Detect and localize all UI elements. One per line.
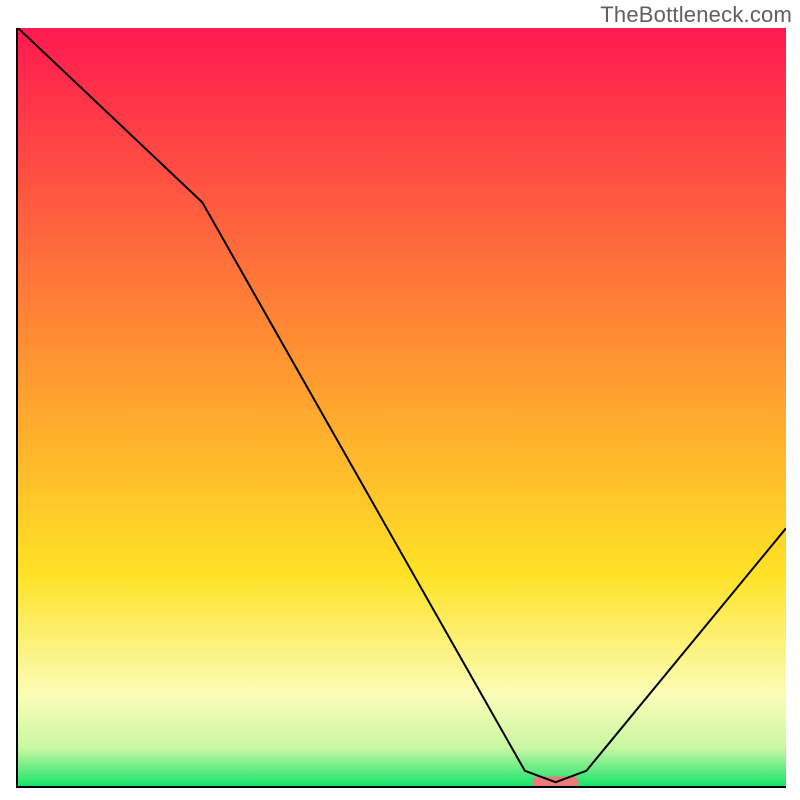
watermark-text: TheBottleneck.com [600,2,792,28]
gradient-background [18,28,786,786]
plot-svg [18,28,786,786]
plot-area [16,28,786,788]
chart-stage: TheBottleneck.com [0,0,800,800]
